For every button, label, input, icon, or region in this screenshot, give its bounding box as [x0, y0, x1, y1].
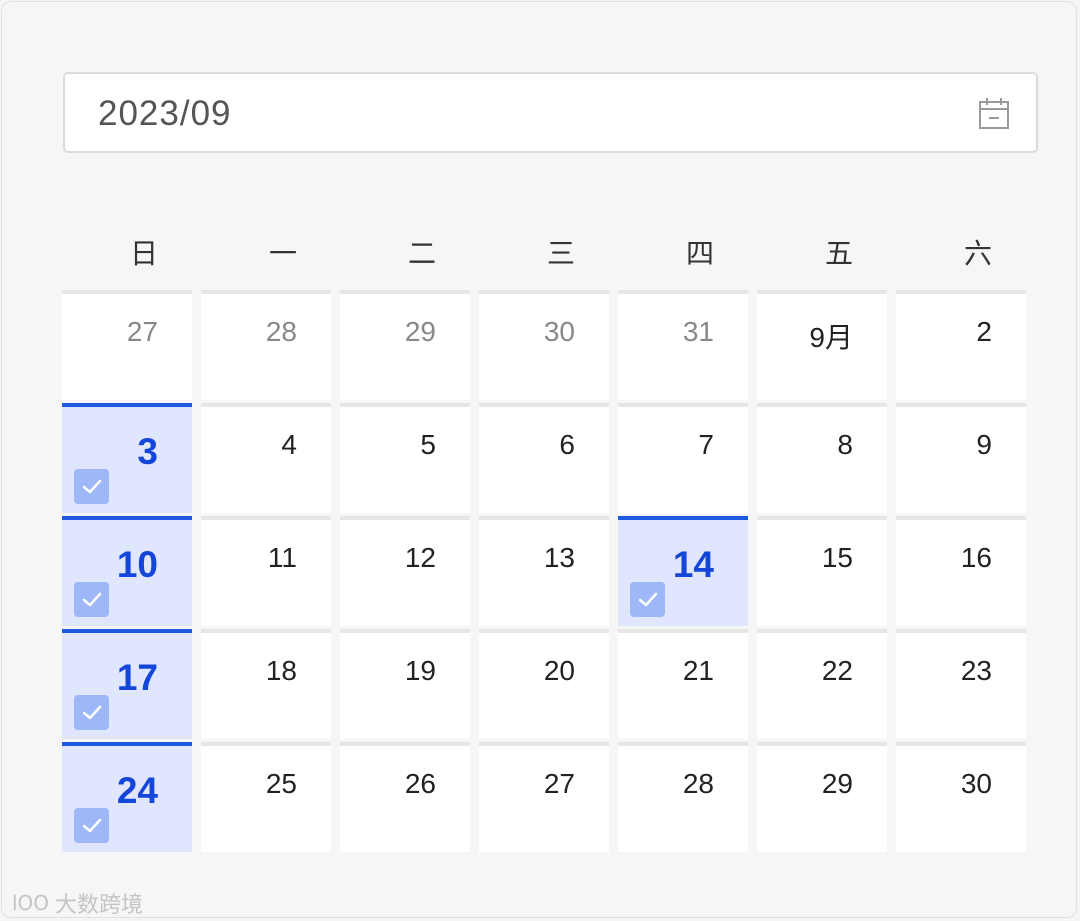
- weekday-label: 四: [685, 237, 714, 270]
- day-number: 26: [404, 768, 436, 799]
- weekday-label: 一: [268, 237, 297, 270]
- day-number: 28: [265, 316, 297, 347]
- day-cell[interactable]: 2: [896, 290, 1026, 400]
- day-cell[interactable]: 27: [62, 290, 192, 400]
- day-cell[interactable]: 11: [201, 516, 331, 626]
- day-cell-selected[interactable]: 17: [62, 629, 192, 739]
- month-picker-input[interactable]: 2023/09: [63, 72, 1038, 153]
- watermark-text: 大数跨境: [55, 893, 144, 918]
- day-cell[interactable]: 29: [757, 742, 887, 852]
- month-picker-value: 2023/09: [98, 94, 232, 133]
- day-cell-selected[interactable]: 3: [62, 403, 192, 513]
- day-cell[interactable]: 23: [896, 629, 1026, 739]
- checkbox-checked-icon[interactable]: [74, 695, 109, 730]
- day-cell[interactable]: 9: [896, 403, 1026, 513]
- checkbox-checked-icon[interactable]: [630, 582, 665, 617]
- weekday-label: 二: [407, 237, 436, 270]
- day-number: 14: [672, 544, 714, 585]
- day-number: 30: [960, 768, 992, 799]
- day-number: 24: [116, 770, 158, 811]
- checkbox-checked-icon[interactable]: [74, 582, 109, 617]
- day-number: 9: [976, 429, 992, 460]
- day-cell[interactable]: 21: [618, 629, 748, 739]
- day-number: 4: [281, 429, 297, 460]
- day-number: 18: [265, 655, 297, 686]
- day-cell[interactable]: 27: [479, 742, 609, 852]
- day-cell[interactable]: 6: [479, 403, 609, 513]
- calendar-panel: 2023/09 日一二三四五六 27 28 29 30 31 9月 2 3 4 5 6 7 8 9 10 11…: [1, 1, 1077, 918]
- day-cell[interactable]: 13: [479, 516, 609, 626]
- checkbox-checked-icon[interactable]: [74, 469, 109, 504]
- day-number: 12: [404, 542, 436, 573]
- day-cell[interactable]: 8: [757, 403, 887, 513]
- day-cell[interactable]: 22: [757, 629, 887, 739]
- day-cell[interactable]: 19: [340, 629, 470, 739]
- day-number: 17: [116, 657, 158, 698]
- day-cell[interactable]: 12: [340, 516, 470, 626]
- day-cell-selected[interactable]: 14: [618, 516, 748, 626]
- weekday-label: 六: [963, 237, 992, 270]
- day-number: 21: [682, 655, 714, 686]
- day-number: 30: [543, 316, 575, 347]
- watermark: lOO 大数跨境: [12, 887, 143, 919]
- day-cell[interactable]: 9月: [757, 290, 887, 400]
- day-number: 23: [960, 655, 992, 686]
- day-cell[interactable]: 31: [618, 290, 748, 400]
- weekday-label: 三: [546, 237, 575, 270]
- day-cell-selected[interactable]: 24: [62, 742, 192, 852]
- day-number: 29: [404, 316, 436, 347]
- day-number: 3: [137, 431, 158, 472]
- day-cell[interactable]: 15: [757, 516, 887, 626]
- day-cell[interactable]: 7: [618, 403, 748, 513]
- day-number: 8: [837, 429, 853, 460]
- checkbox-checked-icon[interactable]: [74, 808, 109, 843]
- watermark-logo: lOO: [12, 891, 50, 915]
- day-cell[interactable]: 29: [340, 290, 470, 400]
- day-number: 27: [543, 768, 575, 799]
- day-number: 31: [682, 316, 714, 347]
- calendar-icon[interactable]: [976, 96, 1012, 132]
- day-cell[interactable]: 28: [618, 742, 748, 852]
- day-number: 2: [976, 316, 992, 347]
- weekday-label: 日: [129, 237, 158, 270]
- day-cell[interactable]: 4: [201, 403, 331, 513]
- day-cell[interactable]: 28: [201, 290, 331, 400]
- day-number: 25: [265, 768, 297, 799]
- day-cell[interactable]: 5: [340, 403, 470, 513]
- day-number: 9月: [809, 322, 853, 353]
- day-number: 20: [543, 655, 575, 686]
- day-number: 22: [821, 655, 853, 686]
- day-number: 11: [267, 542, 297, 573]
- day-number: 19: [404, 655, 436, 686]
- day-cell[interactable]: 26: [340, 742, 470, 852]
- day-number: 10: [116, 544, 158, 585]
- day-cell[interactable]: 18: [201, 629, 331, 739]
- weekday-label: 五: [824, 237, 853, 270]
- day-number: 13: [543, 542, 575, 573]
- day-number: 7: [698, 429, 714, 460]
- day-cell[interactable]: 30: [896, 742, 1026, 852]
- day-number: 15: [821, 542, 853, 573]
- day-cell[interactable]: 16: [896, 516, 1026, 626]
- day-number: 6: [559, 429, 575, 460]
- day-number: 28: [682, 768, 714, 799]
- day-cell-selected[interactable]: 10: [62, 516, 192, 626]
- day-number: 16: [960, 542, 992, 573]
- day-cell[interactable]: 25: [201, 742, 331, 852]
- day-number: 29: [821, 768, 853, 799]
- day-cell[interactable]: 20: [479, 629, 609, 739]
- day-number: 27: [126, 316, 158, 347]
- day-cell[interactable]: 30: [479, 290, 609, 400]
- day-number: 5: [420, 429, 436, 460]
